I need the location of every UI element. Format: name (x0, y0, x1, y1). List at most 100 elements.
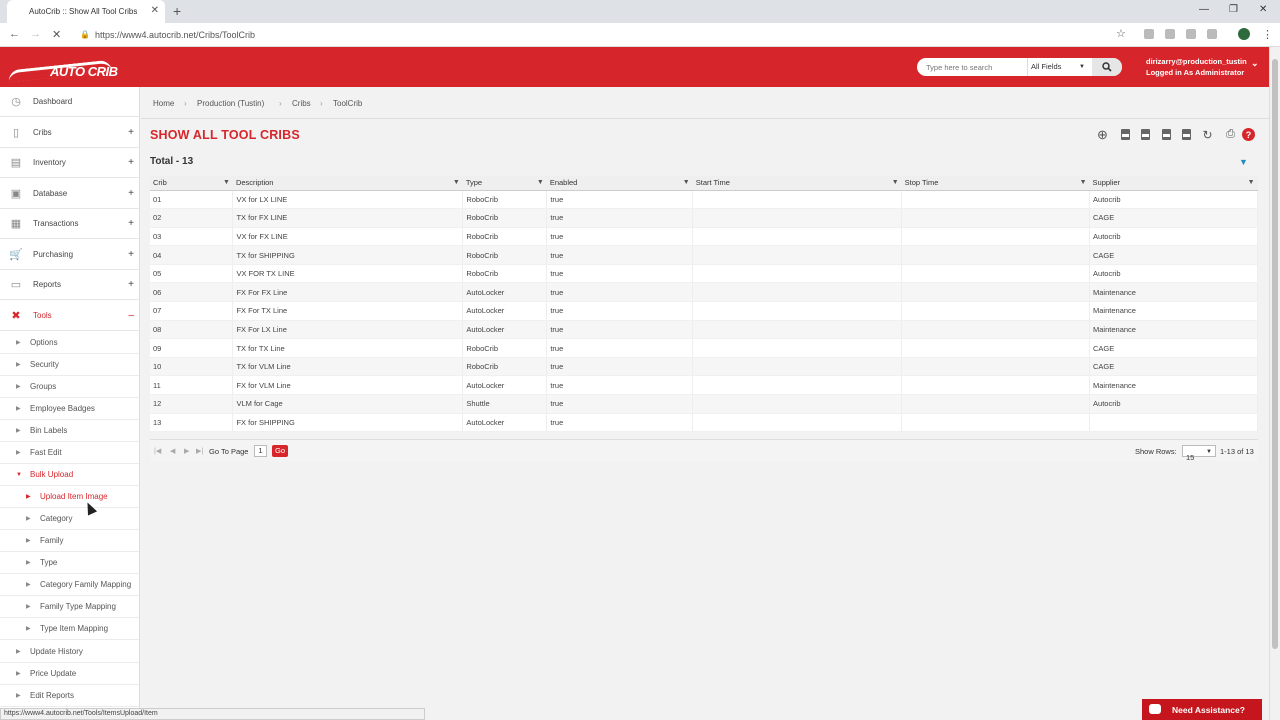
table-row[interactable]: 02 TX for FX LINE RoboCrib true CAGE (150, 208, 1258, 228)
autocrib-logo[interactable]: AUTO CRIB (7, 55, 128, 83)
next-page-icon[interactable]: ▶ (184, 447, 189, 455)
minimize-icon[interactable]: — (1199, 4, 1209, 15)
filter-icon[interactable]: ▼ (683, 179, 690, 186)
add-icon[interactable]: ⊕ (1096, 127, 1109, 142)
browser-menu-icon[interactable]: ⋮ (1262, 28, 1273, 41)
export-xml-icon[interactable] (1180, 128, 1193, 141)
column-header-stop-time[interactable]: Stop Time ▼ (901, 176, 1090, 191)
close-tab-icon[interactable]: ✕ (151, 5, 159, 16)
table-row[interactable]: 05 VX FOR TX LINE RoboCrib true Autocrib (150, 264, 1258, 284)
user-menu[interactable]: dirizarry@production_tustin Logged in As… (1146, 56, 1259, 78)
table-row[interactable]: 04 TX for SHIPPING RoboCrib true CAGE (150, 245, 1258, 265)
column-header-crib[interactable]: Crib ▼ (150, 176, 233, 191)
submenu-item-price-update[interactable]: ▶ Price Update (0, 663, 139, 685)
column-header-start-time[interactable]: Start Time ▼ (692, 176, 902, 191)
extension-icon[interactable] (1186, 29, 1196, 39)
first-page-icon[interactable]: |◀ (154, 447, 161, 455)
page-scrollbar[interactable] (1269, 47, 1280, 720)
prev-page-icon[interactable]: ◀ (170, 447, 175, 455)
export-pdf-icon[interactable] (1160, 128, 1173, 141)
forward-icon[interactable]: → (30, 28, 41, 40)
go-button[interactable]: Go (272, 445, 288, 457)
sidebar-item-purchasing[interactable]: 🛒 Purchasing + (0, 240, 139, 270)
column-header-type[interactable]: Type ▼ (462, 176, 547, 191)
submenu-item-category[interactable]: ▶ Category (0, 508, 139, 530)
refresh-icon[interactable]: ↻ (1201, 128, 1214, 142)
filter-icon[interactable]: ▼ (1248, 179, 1255, 186)
breadcrumb-production[interactable]: Production (Tustin) (197, 99, 264, 108)
bookmark-star-icon[interactable]: ☆ (1116, 27, 1126, 40)
submenu-item-type-item-mapping[interactable]: ▶ Type Item Mapping (0, 618, 139, 640)
export-xls-icon[interactable] (1119, 128, 1132, 141)
filter-icon[interactable]: ▼ (892, 179, 899, 186)
export-csv-icon[interactable] (1139, 128, 1152, 141)
breadcrumb-home[interactable]: Home (153, 99, 174, 108)
user-email: dirizarry@production_tustin (1146, 57, 1247, 66)
new-tab-icon[interactable]: + (173, 3, 181, 19)
column-header-description[interactable]: Description ▼ (232, 176, 463, 191)
restore-icon[interactable]: ❐ (1229, 4, 1238, 15)
filter-icon[interactable]: ▼ (537, 179, 544, 186)
submenu-item-type[interactable]: ▶ Type (0, 552, 139, 574)
extension-icon[interactable] (1144, 29, 1154, 39)
filter-icon[interactable]: ▼ (223, 179, 230, 186)
column-header-enabled[interactable]: Enabled ▼ (546, 176, 693, 191)
submenu-item-edit-reports[interactable]: ▶ Edit Reports (0, 685, 139, 707)
sidebar-item-cribs[interactable]: ▯ Cribs + (0, 118, 139, 148)
sidebar-item-reports[interactable]: ▭ Reports + (0, 270, 139, 300)
submenu-item-update-history[interactable]: ▶ Update History (0, 641, 139, 663)
submenu-item-fast-edit[interactable]: ▶ Fast Edit (0, 442, 139, 464)
submenu-item-options[interactable]: ▶ Options (0, 332, 139, 354)
loading-icon[interactable]: ✕ (52, 28, 61, 41)
need-assistance-button[interactable]: Need Assistance? (1142, 699, 1262, 720)
table-row[interactable]: 10 TX for VLM Line RoboCrib true CAGE (150, 357, 1258, 377)
extension-icon[interactable] (1207, 29, 1217, 39)
last-page-icon[interactable]: ▶| (196, 447, 203, 455)
submenu-item-employee-badges[interactable]: ▶ Employee Badges (0, 398, 139, 420)
breadcrumb-cribs[interactable]: Cribs (292, 99, 311, 108)
submenu-item-category-family-mapping[interactable]: ▶ Category Family Mapping (0, 574, 139, 596)
table-cell (901, 208, 1091, 228)
submenu-item-security[interactable]: ▶ Security (0, 354, 139, 376)
submenu-item-bulk-upload[interactable]: ▼ Bulk Upload (0, 464, 139, 486)
filter-icon[interactable]: ▼ (1239, 157, 1248, 167)
search-scope-select[interactable]: All Fields ▼ (1027, 58, 1089, 76)
scrollbar-thumb[interactable] (1272, 59, 1278, 649)
sidebar-item-transactions[interactable]: ▦ Transactions + (0, 209, 139, 239)
filter-icon[interactable]: ▼ (453, 179, 460, 186)
close-window-icon[interactable]: ✕ (1259, 4, 1267, 15)
help-icon[interactable]: ? (1242, 128, 1255, 141)
table-row[interactable]: 09 TX for TX Line RoboCrib true CAGE (150, 338, 1258, 358)
search-input[interactable] (917, 58, 1027, 76)
sidebar-item-tools[interactable]: ✖ Tools – (0, 301, 139, 331)
sidebar-item-inventory[interactable]: ▤ Inventory + (0, 148, 139, 178)
sidebar-item-database[interactable]: ▣ Database + (0, 179, 139, 209)
filter-icon[interactable]: ▼ (1080, 179, 1087, 186)
submenu-item-groups[interactable]: ▶ Groups (0, 376, 139, 398)
submenu-item-family[interactable]: ▶ Family (0, 530, 139, 552)
column-header-supplier[interactable]: Supplier ▼ (1089, 176, 1258, 191)
table-row[interactable]: 07 FX For TX Line AutoLocker true Maintenanc… (150, 301, 1258, 321)
table-row[interactable]: 13 FX for SHIPPING AutoLocker true (150, 413, 1258, 433)
table-row[interactable]: 01 VX for LX LINE RoboCrib true Autocrib (150, 190, 1258, 210)
submenu-item-family-type-mapping[interactable]: ▶ Family Type Mapping (0, 596, 139, 618)
url-text[interactable]: https://www4.autocrib.net/Cribs/ToolCrib (95, 30, 255, 40)
table-row[interactable]: 08 FX For LX Line AutoLocker true Maintenanc… (150, 320, 1258, 340)
table-row[interactable]: 06 FX For FX Line AutoLocker true Maintenanc… (150, 282, 1258, 303)
submenu-item-upload-item-image[interactable]: ▶ Upload Item Image (0, 486, 139, 508)
table-row[interactable]: 03 VX for FX LINE RoboCrib true Autocrib (150, 227, 1258, 247)
profile-avatar[interactable] (1238, 28, 1250, 40)
sidebar-item-dashboard[interactable]: ◷ Dashboard (0, 87, 139, 117)
browser-tab[interactable]: AutoCrib :: Show All Tool Cribs ✕ (7, 0, 165, 23)
table-row[interactable]: 11 FX for VLM Line AutoLocker true Maintenan… (150, 375, 1258, 396)
back-icon[interactable]: ← (9, 28, 20, 40)
extension-icon[interactable] (1165, 29, 1175, 39)
submenu-item-bin-labels[interactable]: ▶ Bin Labels (0, 420, 139, 442)
column-header-label: Crib (153, 178, 167, 188)
table-row[interactable]: 12 VLM for Cage Shuttle true Autocrib (150, 394, 1258, 414)
page-number-input[interactable]: 1 (254, 445, 267, 457)
print-icon[interactable]: ⎙ (1224, 128, 1237, 141)
chat-icon (1149, 704, 1161, 714)
rows-per-page-select[interactable]: 15 ▼ (1182, 445, 1216, 462)
search-button[interactable] (1092, 58, 1122, 76)
